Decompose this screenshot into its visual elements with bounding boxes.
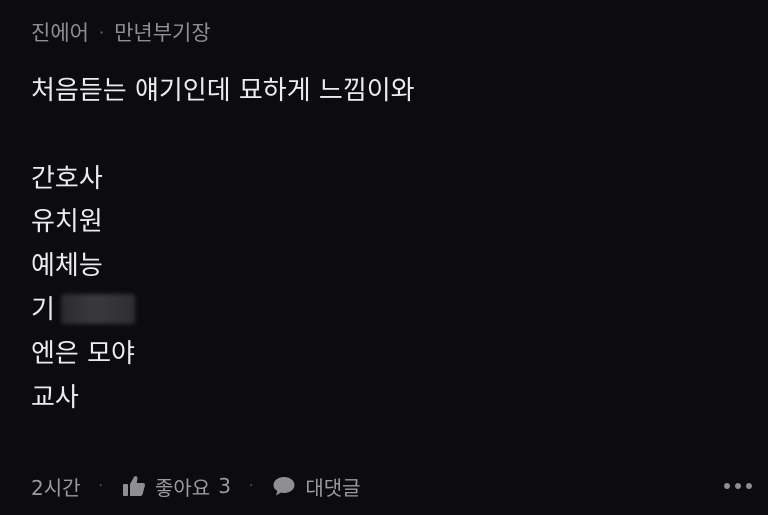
comment-blank-line bbox=[31, 114, 415, 158]
comment-line: 처음듣는 얘기인데 묘하게 느낌이와 bbox=[31, 76, 415, 106]
footer-separator: · bbox=[98, 478, 103, 494]
more-options-button[interactable] bbox=[720, 477, 756, 495]
comment-footer: 2시간 · 좋아요 3 · 대댓글 bbox=[31, 468, 756, 504]
author-badge: 만년부기장 bbox=[114, 21, 211, 45]
reply-button[interactable]: 대댓글 bbox=[271, 472, 361, 501]
comment-line: 유치원 bbox=[31, 207, 103, 238]
comment-meta: 진에어 · 만년부기장 bbox=[31, 16, 211, 48]
thumbs-up-icon bbox=[121, 474, 147, 498]
comment-line: 교사 bbox=[31, 382, 79, 413]
meta-separator: · bbox=[98, 22, 105, 42]
speech-bubble-icon bbox=[271, 474, 297, 498]
more-dots-icon bbox=[724, 483, 730, 489]
comment-line: 엔은 모야 bbox=[31, 338, 135, 369]
comment-line-redacted: 기 bbox=[31, 289, 415, 333]
footer-separator: · bbox=[248, 478, 254, 494]
comment-card: 진에어 · 만년부기장 처음듣는 얘기인데 묘하게 느낌이와 간호사 유치원 예… bbox=[0, 0, 768, 515]
redaction-blur bbox=[60, 293, 135, 324]
comment-line: 예체능 bbox=[31, 251, 103, 282]
reply-label: 대댓글 bbox=[305, 475, 361, 500]
author-name[interactable]: 진에어 bbox=[31, 17, 89, 47]
comment-body: 처음듣는 얘기인데 묘하게 느낌이와 간호사 유치원 예체능 기 엔은 모야 교… bbox=[31, 70, 415, 420]
comment-line-prefix: 기 bbox=[31, 294, 55, 325]
like-button[interactable]: 좋아요 3 bbox=[121, 472, 231, 501]
comment-line: 간호사 bbox=[31, 163, 103, 194]
like-label: 좋아요 bbox=[154, 475, 211, 500]
timestamp: 2시간 bbox=[31, 475, 81, 500]
like-count: 3 bbox=[218, 474, 231, 498]
